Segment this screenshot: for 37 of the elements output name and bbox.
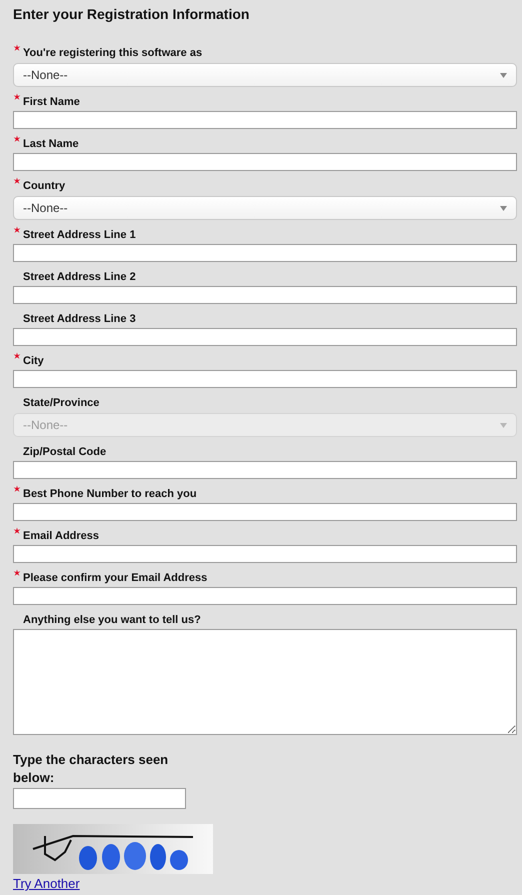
input-field[interactable]: [13, 788, 186, 809]
field-label: Street Address Line 3: [23, 313, 136, 326]
field-label: Street Address Line 2: [23, 271, 136, 284]
input-field[interactable]: [13, 545, 517, 563]
caret-icon: [500, 422, 507, 428]
field-label: Street Address Line 1: [23, 229, 136, 242]
input-field[interactable]: [13, 587, 517, 605]
field-label: Country: [23, 180, 66, 193]
try-another-link[interactable]: Try Another: [13, 876, 80, 891]
field-label: Best Phone Number to reach you: [23, 488, 197, 501]
caret-icon: [500, 206, 507, 210]
dropdown[interactable]: --None--: [13, 196, 517, 220]
dropdown-value: --None--: [23, 201, 68, 215]
field-label: Please confirm your Email Address: [23, 572, 208, 585]
input-field[interactable]: [13, 461, 517, 479]
captcha-label: Type the characters seen below:: [13, 751, 170, 787]
field-label: Email Address: [23, 530, 100, 543]
field-label: Last Name: [23, 138, 79, 151]
dropdown[interactable]: --None--: [13, 63, 517, 87]
field-label: Anything else you want to tell us?: [23, 614, 201, 627]
caret-icon: [500, 72, 507, 78]
field-label: Zip/Postal Code: [23, 446, 106, 459]
input-field[interactable]: [13, 111, 517, 129]
text-area[interactable]: [13, 629, 517, 735]
input-field[interactable]: [13, 286, 517, 304]
input-field[interactable]: [13, 244, 517, 262]
field-label: You're registering this software as: [23, 47, 202, 60]
dropdown-value: --None--: [23, 68, 68, 82]
field-label: City: [23, 355, 44, 368]
form-title: Enter your Registration Information: [13, 6, 250, 23]
input-field[interactable]: [13, 153, 517, 171]
input-field[interactable]: [13, 503, 517, 521]
field-label: First Name: [23, 96, 80, 109]
field-label: State/Province: [23, 397, 100, 410]
input-field[interactable]: [13, 328, 517, 346]
input-field[interactable]: [13, 370, 517, 388]
dropdown-value: --None--: [23, 418, 68, 432]
